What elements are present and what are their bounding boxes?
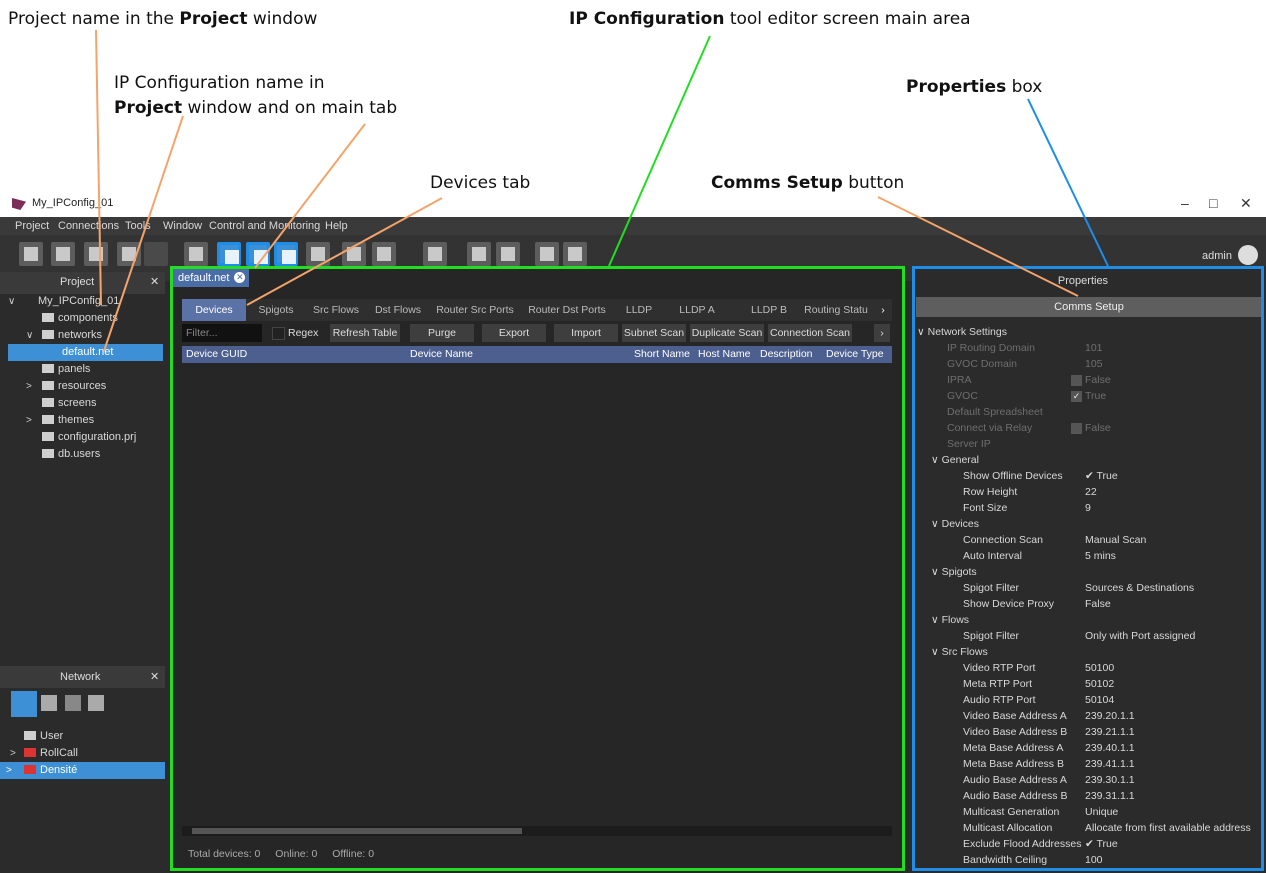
- open-project-icon[interactable]: [51, 242, 75, 266]
- annotation-editor-area: IP Configuration tool editor screen main…: [569, 9, 971, 29]
- monitor-upload-icon[interactable]: [496, 242, 520, 266]
- annotation-project-name: Project name in the Project window: [8, 9, 318, 29]
- tree-item-root[interactable]: ∨ My_IPConfig_01: [8, 293, 163, 310]
- save-icon[interactable]: [117, 242, 141, 266]
- densite-icon: [24, 765, 36, 774]
- tree-item-themes[interactable]: > themes: [8, 412, 163, 429]
- document-icon[interactable]: [184, 242, 208, 266]
- minimize-button[interactable]: –: [1181, 195, 1189, 211]
- window-title: My_IPConfig_01: [32, 197, 114, 209]
- rollcall-icon: [24, 748, 36, 757]
- menu-help[interactable]: Help: [325, 220, 348, 232]
- project-panel-header: Project ✕: [0, 272, 165, 294]
- window-titlebar: My_IPConfig_01 – □ ✕: [0, 193, 1266, 217]
- close-button[interactable]: ✕: [1240, 195, 1252, 212]
- folder-icon: [42, 330, 54, 339]
- annotation-comms-setup: Comms Setup button: [711, 173, 905, 193]
- tree-item-panels[interactable]: panels: [8, 361, 163, 378]
- tree-item-screens[interactable]: screens: [8, 395, 163, 412]
- annotation-ipconfig-name: IP Configuration name in Project window …: [114, 73, 398, 118]
- tree-item-resources[interactable]: > resources: [8, 378, 163, 395]
- app-logo-icon: [12, 198, 26, 210]
- menu-tools[interactable]: Tools: [125, 220, 151, 232]
- lock-icon[interactable]: [342, 242, 366, 266]
- properties-highlight: [912, 266, 1264, 871]
- folder-icon: [42, 364, 54, 373]
- file-icon: [42, 432, 54, 441]
- folder-icon: [42, 398, 54, 407]
- maximize-button[interactable]: □: [1209, 195, 1217, 211]
- annotation-devices-tab: Devices tab: [430, 173, 531, 193]
- network-panel-title: Network: [60, 671, 101, 683]
- new-project-icon[interactable]: [19, 242, 43, 266]
- network-panel-header: Network ✕: [0, 666, 165, 688]
- menu-bar: Project Connections Tools Window Control…: [0, 217, 1266, 235]
- network-tree-icon[interactable]: [246, 242, 270, 266]
- tree-item-configuration[interactable]: configuration.prj: [8, 429, 163, 446]
- export-icon[interactable]: [144, 242, 168, 266]
- tree-item-default-net[interactable]: default.net: [8, 344, 163, 361]
- folder-icon: [42, 415, 54, 424]
- tree-item-db-users[interactable]: db.users: [8, 446, 163, 463]
- panel-close-icon[interactable]: ✕: [150, 275, 159, 288]
- project-panel-title: Project: [60, 276, 95, 288]
- gear-icon[interactable]: [423, 242, 447, 266]
- network-item-user[interactable]: User: [8, 728, 163, 745]
- tree-item-components[interactable]: components: [8, 310, 163, 327]
- folder-icon: [42, 381, 54, 390]
- annotation-properties-box: Properties box: [906, 77, 1043, 97]
- monitor-download-icon[interactable]: [467, 242, 491, 266]
- users-icon: [42, 449, 54, 458]
- panel-close-icon[interactable]: ✕: [150, 670, 159, 683]
- link-icon[interactable]: [306, 242, 330, 266]
- tree-view-icon[interactable]: [41, 695, 57, 711]
- editor-area-highlight: [170, 266, 905, 871]
- menu-project[interactable]: Project: [15, 220, 49, 232]
- tree-item-networks[interactable]: ∨ networks: [8, 327, 163, 344]
- tag-icon[interactable]: [563, 242, 587, 266]
- list-view-icon[interactable]: [65, 695, 81, 711]
- user-name: admin: [1202, 250, 1232, 262]
- split-view-icon[interactable]: [88, 695, 104, 711]
- menu-connections[interactable]: Connections: [58, 220, 119, 232]
- add-item-icon[interactable]: [84, 242, 108, 266]
- user-icon: [24, 731, 36, 740]
- folder-icon: [42, 313, 54, 322]
- network-item-rollcall[interactable]: > RollCall: [8, 745, 163, 762]
- network-view-icon[interactable]: [11, 691, 37, 717]
- network-item-densite[interactable]: > Densité: [0, 762, 165, 779]
- menu-control-monitoring[interactable]: Control and Monitoring: [209, 220, 320, 232]
- edit-pencil-icon[interactable]: [274, 242, 298, 266]
- ip-config-icon[interactable]: [217, 242, 241, 266]
- user-avatar-icon[interactable]: [1238, 245, 1258, 265]
- home-icon[interactable]: [535, 242, 559, 266]
- layers-icon[interactable]: [372, 242, 396, 266]
- menu-window[interactable]: Window: [163, 220, 202, 232]
